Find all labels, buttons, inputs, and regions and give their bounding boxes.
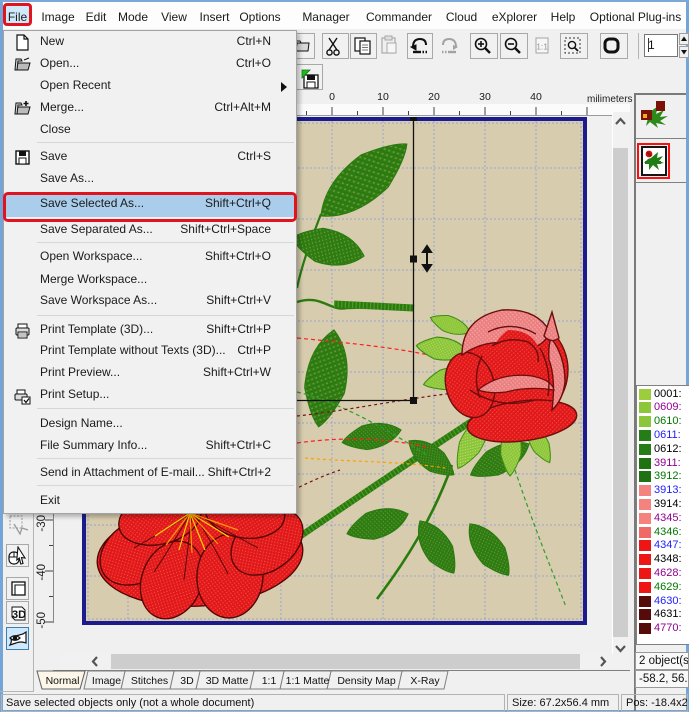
svg-text:Normal: Normal	[46, 675, 80, 687]
svg-text:1:1 Matte: 1:1 Matte	[286, 675, 330, 687]
svg-text:Image: Image	[92, 675, 121, 687]
svg-text:Stitches: Stitches	[131, 675, 168, 687]
svg-text:Density Map: Density Map	[337, 675, 396, 687]
svg-text:X-Ray: X-Ray	[410, 675, 440, 687]
svg-text:3D: 3D	[12, 609, 26, 621]
svg-text:1:1: 1:1	[262, 675, 277, 687]
svg-text:1:1: 1:1	[536, 42, 548, 52]
svg-text:3D: 3D	[180, 675, 194, 687]
svg-text:3D Matte: 3D Matte	[206, 675, 249, 687]
